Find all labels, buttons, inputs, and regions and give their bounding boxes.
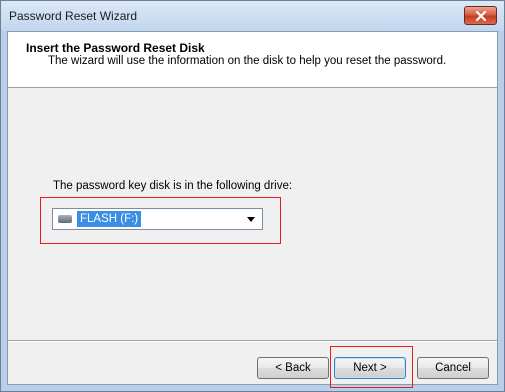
page-subtitle: The wizard will use the information on t… xyxy=(48,55,447,67)
drive-label: The password key disk is in the followin… xyxy=(53,180,293,192)
highlight-box-next xyxy=(330,346,413,388)
chevron-down-icon[interactable] xyxy=(247,217,255,222)
back-button[interactable]: < Back xyxy=(257,357,329,379)
page-title: Insert the Password Reset Disk xyxy=(26,41,205,55)
cancel-button[interactable]: Cancel xyxy=(417,357,489,379)
close-icon xyxy=(475,11,487,21)
drive-select-value: FLASH (F:) xyxy=(75,210,143,228)
wizard-window: Password Reset Wizard Insert the Passwor… xyxy=(0,0,505,392)
drive-select[interactable]: FLASH (F:) xyxy=(52,208,263,230)
close-button[interactable] xyxy=(464,6,497,25)
wizard-client-area: Insert the Password Reset Disk The wizar… xyxy=(7,31,498,388)
usb-drive-icon xyxy=(58,215,72,223)
window-title: Password Reset Wizard xyxy=(9,9,138,23)
button-divider xyxy=(8,340,497,342)
wizard-header: Insert the Password Reset Disk The wizar… xyxy=(8,32,497,88)
title-bar[interactable]: Password Reset Wizard xyxy=(1,1,504,31)
